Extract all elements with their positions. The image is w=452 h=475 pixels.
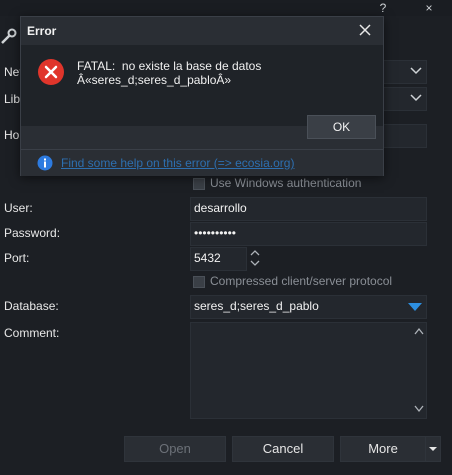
chevron-down-icon [410,94,422,102]
compressed-protocol-label: Compressed client/server protocol [210,274,393,288]
wrench-icon [0,25,18,47]
error-dialog: Error FATAL: no existe la base de datos … [20,16,384,176]
port-label: Port: [4,251,30,265]
cancel-button[interactable]: Cancel [232,436,334,462]
error-message: FATAL: no existe la base de datos Â«sere… [77,59,262,87]
user-label: User: [4,201,33,215]
dialog-footer: Open Cancel More [0,430,452,475]
scroll-up-icon[interactable] [414,327,424,335]
host-label: Ho [4,128,20,142]
dropdown-arrow-icon[interactable] [408,303,422,312]
more-button[interactable]: More [340,436,426,462]
caret-down-icon [429,447,437,451]
error-dialog-titlebar: Error [21,17,383,45]
compressed-protocol-checkbox[interactable] [193,276,205,288]
help-button[interactable]: ? [375,0,391,16]
chevron-down-icon[interactable] [250,260,260,266]
user-input[interactable]: desarrollo [190,197,427,221]
database-select[interactable]: seres_d;seres_d_pablo [190,295,427,319]
windows-auth-label: Use Windows authentication [210,176,362,190]
port-stepper[interactable] [249,247,261,269]
scroll-down-icon[interactable] [414,405,424,413]
error-dialog-title: Error [27,24,57,38]
port-input[interactable]: 5432 [190,247,247,271]
help-bar: Find some help on this error (=> ecosia.… [21,149,383,176]
help-link[interactable]: Find some help on this error (=> ecosia.… [61,156,294,170]
library-label: Lib [4,92,21,106]
password-label: Password: [4,226,61,240]
error-icon [38,59,64,85]
comment-label: Comment: [4,326,60,340]
window-titlebar: ? × [0,0,452,16]
password-input[interactable]: •••••••••• [190,222,427,246]
error-dialog-body: FATAL: no existe la base de datos Â«sere… [21,45,383,126]
windows-auth-checkbox[interactable] [193,178,205,190]
open-button[interactable]: Open [124,436,226,462]
window-close-button[interactable]: × [421,0,437,16]
chevron-down-icon [410,67,422,75]
more-dropdown-button[interactable] [425,436,441,462]
database-label: Database: [4,299,59,313]
close-icon[interactable] [357,23,373,39]
chevron-up-icon[interactable] [250,250,260,256]
info-icon [37,155,53,171]
comment-textarea[interactable] [190,322,427,419]
ok-button[interactable]: OK [307,115,376,139]
